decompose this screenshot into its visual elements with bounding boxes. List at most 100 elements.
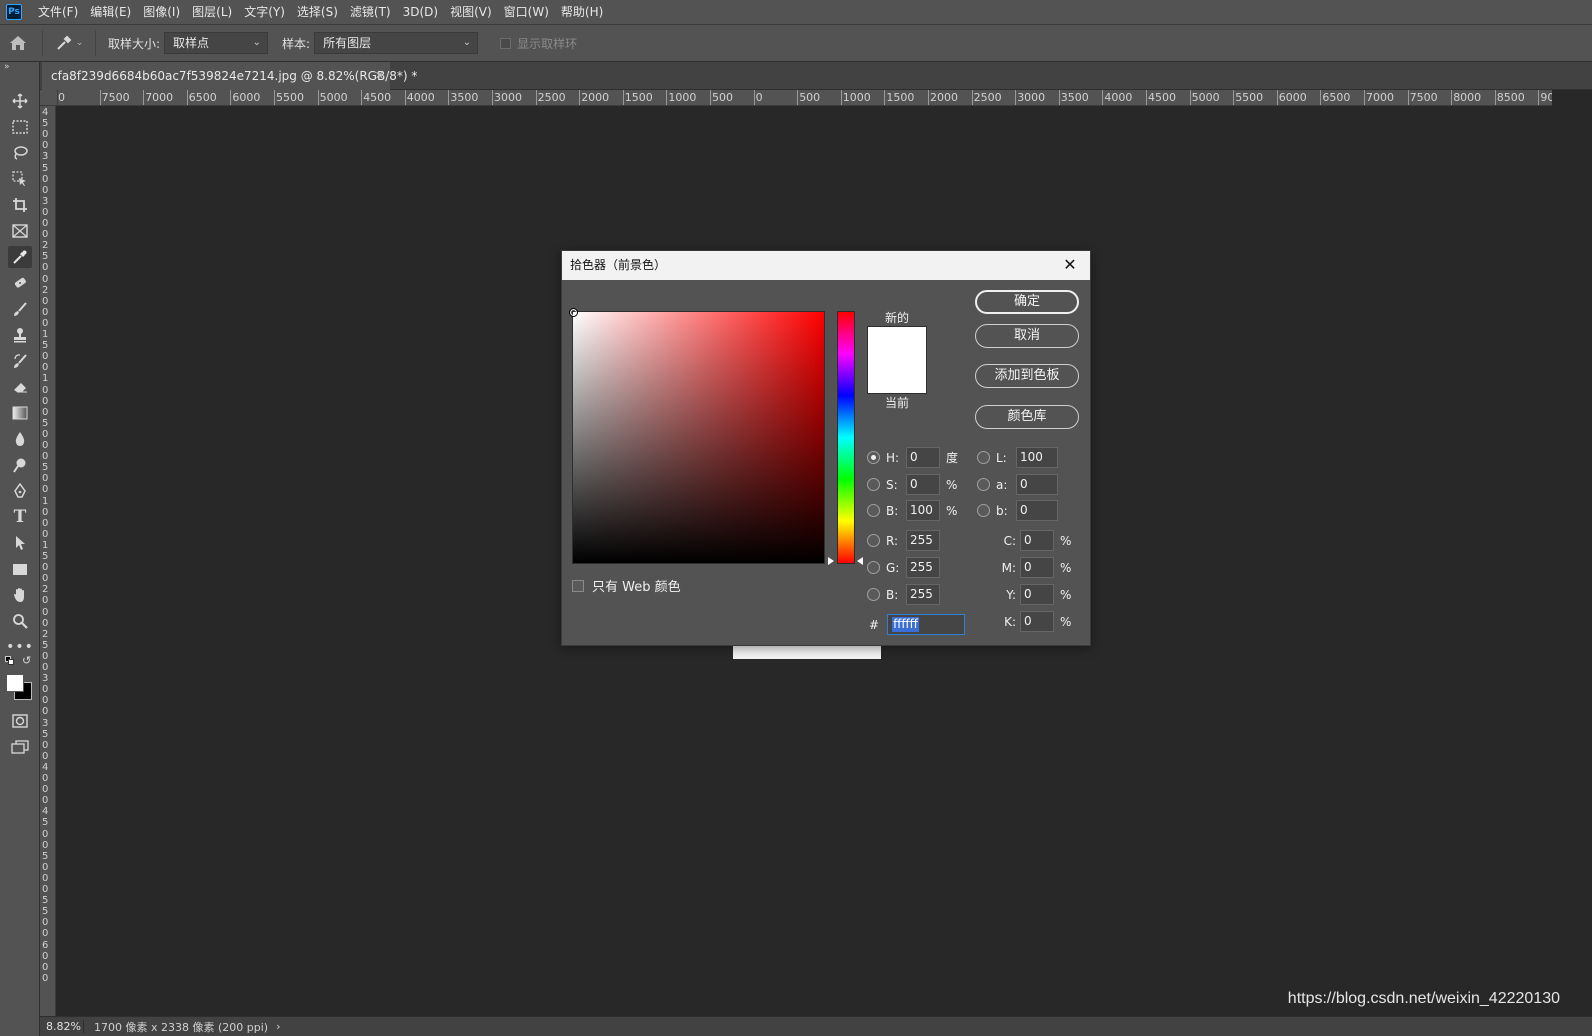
hue-slider[interactable] <box>837 311 855 564</box>
gradient-icon[interactable] <box>8 402 32 424</box>
lasso-icon[interactable] <box>8 142 32 164</box>
menu-help[interactable]: 帮助(H) <box>555 0 609 24</box>
zoom-level[interactable]: 8.82% <box>40 1020 84 1033</box>
green-label: G: <box>886 560 900 575</box>
saturation-radio[interactable] <box>867 478 880 491</box>
swap-colors-icon[interactable]: ↺ <box>22 654 31 667</box>
ruler-label: 5 <box>42 340 49 352</box>
hue-slider-handle-right[interactable] <box>857 557 863 565</box>
saturation-brightness-field[interactable] <box>569 308 825 564</box>
brightness-radio[interactable] <box>867 504 880 517</box>
eyedropper-preset-icon[interactable]: ⌄ <box>49 34 89 52</box>
dodge-icon[interactable] <box>8 454 32 476</box>
cancel-button[interactable]: 取消 <box>975 324 1079 348</box>
web-colors-only-checkbox[interactable] <box>572 579 584 592</box>
blue-input[interactable]: 255 <box>906 584 940 605</box>
panel-collapse-icon[interactable]: » <box>4 62 10 72</box>
green-input[interactable]: 255 <box>906 557 940 578</box>
ruler-label: 4500 <box>1148 91 1176 104</box>
hex-input[interactable]: ffffff <box>887 614 966 635</box>
hand-icon[interactable] <box>8 584 32 606</box>
brush-icon[interactable] <box>8 298 32 320</box>
object-select-icon[interactable] <box>8 168 32 190</box>
move-icon[interactable] <box>8 90 32 112</box>
hue-radio[interactable] <box>867 451 880 464</box>
menu-window[interactable]: 窗口(W) <box>498 0 555 24</box>
green-radio[interactable] <box>867 561 880 574</box>
marquee-icon[interactable] <box>8 116 32 138</box>
type-icon[interactable]: T <box>8 506 32 528</box>
black-input[interactable]: 0 <box>1020 611 1054 632</box>
ruler-label: 5 <box>42 251 49 263</box>
yellow-input[interactable]: 0 <box>1020 584 1054 605</box>
add-to-swatches-button[interactable]: 添加到色板 <box>975 364 1079 388</box>
path-select-icon[interactable] <box>8 532 32 554</box>
screen-mode-icon[interactable] <box>8 736 32 758</box>
color-libraries-button[interactable]: 颜色库 <box>975 405 1079 429</box>
horizontal-ruler[interactable]: 0 7500 7000 6500 6000 5500 5000 4500 4000 3500 300… <box>58 90 1552 106</box>
document-tab[interactable]: cfa8f239d6684b60ac7f539824e7214.jpg @ 8.… <box>42 62 417 90</box>
ruler-label: 0 <box>42 218 49 229</box>
brightness-field-row: B: 100 % <box>867 500 957 521</box>
menu-view[interactable]: 视图(V) <box>444 0 498 24</box>
cyan-input[interactable]: 0 <box>1020 530 1054 551</box>
web-colors-only-option[interactable]: 只有 Web 颜色 <box>572 576 681 595</box>
sample-select[interactable]: 所有图层 ⌄ <box>314 32 479 54</box>
menu-file[interactable]: 文件(F) <box>32 0 84 24</box>
eraser-icon[interactable] <box>8 376 32 398</box>
ruler-tick <box>710 90 711 105</box>
ruler-label: 5500 <box>276 91 304 104</box>
healing-brush-icon[interactable] <box>8 272 32 294</box>
lab-b-input[interactable]: 0 <box>1016 500 1058 521</box>
quick-mask-icon[interactable] <box>8 710 32 732</box>
hue-slider-handle-left[interactable] <box>828 557 834 565</box>
sample-size-select[interactable]: 取样点 ⌄ <box>164 32 269 54</box>
brightness-input[interactable]: 100 <box>906 500 940 521</box>
default-colors-icon[interactable] <box>5 656 15 666</box>
chevron-right-icon[interactable]: › <box>276 1020 280 1033</box>
menu-3d[interactable]: 3D(D) <box>397 0 444 24</box>
color-marker[interactable] <box>569 308 578 317</box>
menu-select[interactable]: 选择(S) <box>291 0 344 24</box>
lab-b-label: b: <box>996 503 1008 518</box>
saturation-input[interactable]: 0 <box>906 474 940 495</box>
foreground-color-swatch[interactable] <box>6 674 24 692</box>
history-brush-icon[interactable] <box>8 350 32 372</box>
ruler-label: 0 <box>42 739 49 751</box>
menu-layer[interactable]: 图层(L) <box>186 0 238 24</box>
show-sampling-ring-checkbox[interactable] <box>500 37 512 49</box>
ok-button[interactable]: 确定 <box>975 290 1079 314</box>
lab-l-input[interactable]: 100 <box>1016 447 1058 468</box>
magenta-input[interactable]: 0 <box>1020 557 1054 578</box>
close-icon[interactable]: ✕ <box>375 62 384 90</box>
saturation-unit: % <box>946 477 958 492</box>
frame-icon[interactable] <box>8 220 32 242</box>
zoom-icon[interactable] <box>8 610 32 632</box>
home-icon[interactable] <box>0 35 36 51</box>
blur-icon[interactable] <box>8 428 32 450</box>
vertical-ruler[interactable]: 4500350030002500200015001000500050010001… <box>40 106 56 1016</box>
menu-filter[interactable]: 滤镜(T) <box>344 0 397 24</box>
red-input[interactable]: 255 <box>906 530 940 551</box>
rectangle-icon[interactable] <box>8 558 32 580</box>
lab-a-radio[interactable] <box>977 478 990 491</box>
lab-b-radio[interactable] <box>977 504 990 517</box>
menu-type[interactable]: 文字(Y) <box>238 0 291 24</box>
ruler-tick <box>1451 90 1453 105</box>
eyedropper-icon[interactable] <box>8 246 32 268</box>
red-radio[interactable] <box>867 534 880 547</box>
clone-stamp-icon[interactable] <box>8 324 32 346</box>
lab-a-input[interactable]: 0 <box>1016 474 1058 495</box>
menu-image[interactable]: 图像(I) <box>137 0 186 24</box>
menu-edit[interactable]: 编辑(E) <box>84 0 137 24</box>
ruler-tick <box>1015 90 1017 105</box>
blue-radio[interactable] <box>867 588 880 601</box>
close-icon[interactable]: ✕ <box>1060 255 1080 275</box>
pen-icon[interactable] <box>8 480 32 502</box>
black-label: K: <box>1004 614 1016 629</box>
hue-input[interactable]: 0 <box>906 447 940 468</box>
ruler-origin[interactable] <box>40 90 58 106</box>
ruler-label: 0 <box>42 562 49 574</box>
crop-icon[interactable] <box>8 194 32 216</box>
lab-l-radio[interactable] <box>977 451 990 464</box>
